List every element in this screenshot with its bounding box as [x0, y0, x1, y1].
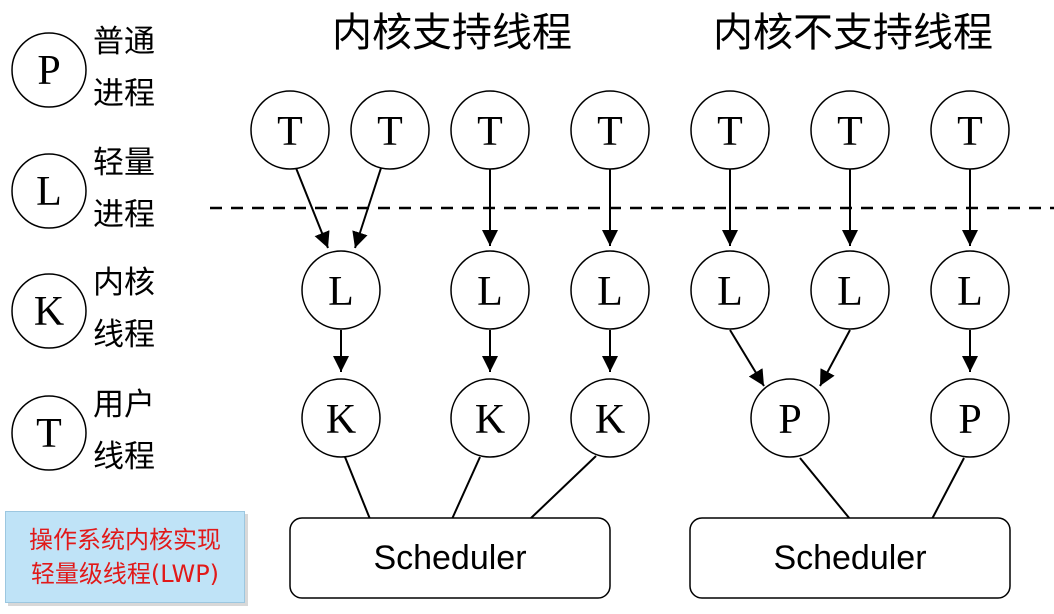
lwp-note-box: 操作系统内核实现 轻量级线程(LWP)	[5, 511, 245, 603]
legend-label-line1: 用户	[93, 387, 155, 423]
scheduler-label: Scheduler	[373, 539, 526, 577]
node-label: L	[477, 269, 503, 315]
legend-label-line2: 线程	[93, 439, 155, 475]
title-kernel-supports-threads: 内核支持线程	[332, 10, 572, 56]
edge	[729, 329, 765, 387]
node-label: K	[326, 397, 356, 443]
edge	[819, 329, 851, 387]
lwp-row: L L L L L L	[301, 250, 1010, 330]
legend-label-line2: 进程	[93, 76, 155, 112]
edge	[451, 456, 481, 520]
note-line2: 轻量级线程(LWP)	[30, 560, 220, 588]
scheduler-right: Scheduler	[689, 517, 1011, 599]
node-label: T	[717, 109, 743, 155]
node-label: L	[957, 269, 983, 315]
node-label: T	[377, 109, 403, 155]
legend-symbol: T	[36, 411, 62, 457]
legend-label-line1: 普通	[93, 24, 155, 60]
legend-item-user-thread: T 用户 线程	[11, 387, 155, 475]
node-label: T	[477, 109, 503, 155]
scheduler-label: Scheduler	[773, 539, 926, 577]
edges-to-scheduler	[344, 455, 965, 520]
kernel-process-row: K K K P P	[301, 378, 1010, 458]
edge	[344, 456, 371, 520]
edge	[931, 457, 965, 520]
title-kernel-not-supports-threads: 内核不支持线程	[713, 10, 993, 56]
node-label: T	[597, 109, 623, 155]
node-label: P	[958, 397, 981, 443]
legend-symbol: K	[34, 289, 64, 335]
legend-label-line1: 轻量	[93, 145, 155, 181]
legend-item-kernel-thread: K 内核 线程	[11, 265, 155, 353]
legend-item-lwp: L 轻量 进程	[11, 145, 155, 233]
threading-diagram: 内核支持线程 内核不支持线程 P 普通 进程 L 轻量 进程 K 内核 线程 T…	[0, 0, 1054, 614]
legend-label-line1: 内核	[93, 265, 155, 301]
legend: P 普通 进程 L 轻量 进程 K 内核 线程 T 用户 线程	[11, 24, 155, 475]
node-label: L	[717, 269, 743, 315]
note-line1: 操作系统内核实现	[29, 526, 221, 554]
node-label: T	[277, 109, 303, 155]
node-label: K	[475, 397, 505, 443]
legend-symbol: P	[37, 48, 60, 94]
edge	[529, 455, 597, 520]
edges-l-to-k-p	[333, 329, 978, 387]
node-label: L	[597, 269, 623, 315]
legend-label-line2: 进程	[93, 197, 155, 233]
node-label: T	[837, 109, 863, 155]
node-label: K	[595, 397, 625, 443]
legend-symbol: L	[36, 169, 62, 215]
legend-item-process: P 普通 进程	[11, 24, 155, 112]
scheduler-left: Scheduler	[289, 517, 611, 599]
user-thread-row: T T T T T T T	[250, 90, 1010, 170]
node-label: P	[778, 397, 801, 443]
legend-label-line2: 线程	[93, 317, 155, 353]
node-label: T	[957, 109, 983, 155]
node-label: L	[328, 269, 354, 315]
node-label: L	[837, 269, 863, 315]
edge	[799, 457, 851, 520]
